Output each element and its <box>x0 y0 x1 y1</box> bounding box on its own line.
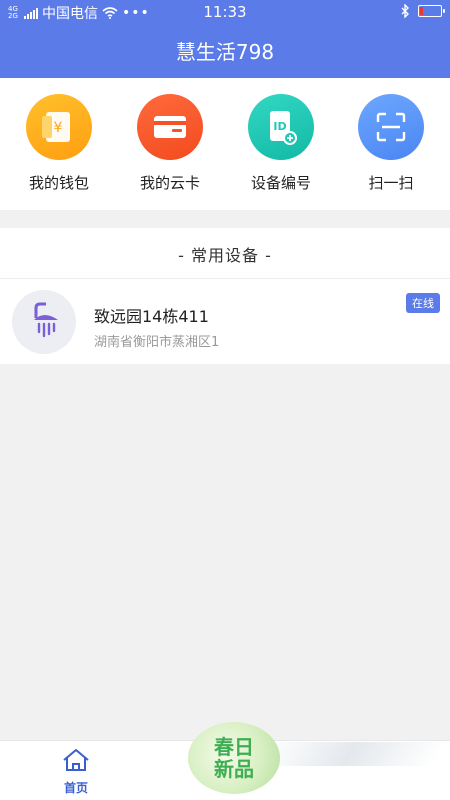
nav-home-label: 首页 <box>63 781 88 795</box>
device-number-button[interactable]: ID 设备编号 <box>226 94 336 193</box>
svg-text:¥: ¥ <box>54 120 63 136</box>
scan-icon <box>358 94 424 160</box>
scan-button[interactable]: 扫一扫 <box>336 94 446 193</box>
status-badge: 在线 <box>406 293 440 313</box>
device-number-label: 设备编号 <box>250 174 311 192</box>
clock: 11:33 <box>203 3 247 21</box>
section-title: - 常用设备 - <box>178 246 272 265</box>
nav-home[interactable]: 首页 <box>48 747 104 796</box>
cloud-card-label: 我的云卡 <box>139 174 200 192</box>
battery-icon <box>418 5 445 17</box>
wallet-button[interactable]: ¥ 我的钱包 <box>4 94 114 193</box>
home-icon <box>63 749 89 771</box>
bluetooth-icon <box>401 4 409 18</box>
promo-decoration <box>253 742 447 766</box>
wallet-icon: ¥ <box>26 94 92 160</box>
status-bar: 4G 2G 中国电信 ••• 11:33 <box>0 0 450 24</box>
quick-actions: ¥ 我的钱包 我的云卡 ID 设备编号 扫一扫 <box>0 78 450 210</box>
page-title: 慧生活798 <box>175 40 275 64</box>
device-list-item[interactable]: 致远园14栋411 湖南省衡阳市蒸湘区1 在线 <box>0 279 450 364</box>
common-devices-section: - 常用设备 - 致远园14栋411 湖南省衡阳市蒸湘区1 在线 <box>0 228 450 364</box>
promo-line1: 春日 <box>214 735 254 759</box>
card-icon <box>137 94 203 160</box>
device-id-icon: ID <box>248 94 314 160</box>
device-address: 湖南省衡阳市蒸湘区1 <box>94 335 220 350</box>
app-header: 4G 2G 中国电信 ••• 11:33 慧生活798 <box>0 0 450 78</box>
device-name: 致远园14栋411 <box>94 307 209 326</box>
cloud-card-button[interactable]: 我的云卡 <box>115 94 225 193</box>
wallet-label: 我的钱包 <box>28 174 89 192</box>
svg-text:ID: ID <box>273 120 286 133</box>
spring-promo-button[interactable]: 春日 新品 <box>188 722 280 794</box>
scan-label: 扫一扫 <box>368 174 414 192</box>
promo-line2: 新品 <box>214 757 254 781</box>
shower-icon <box>12 290 76 354</box>
